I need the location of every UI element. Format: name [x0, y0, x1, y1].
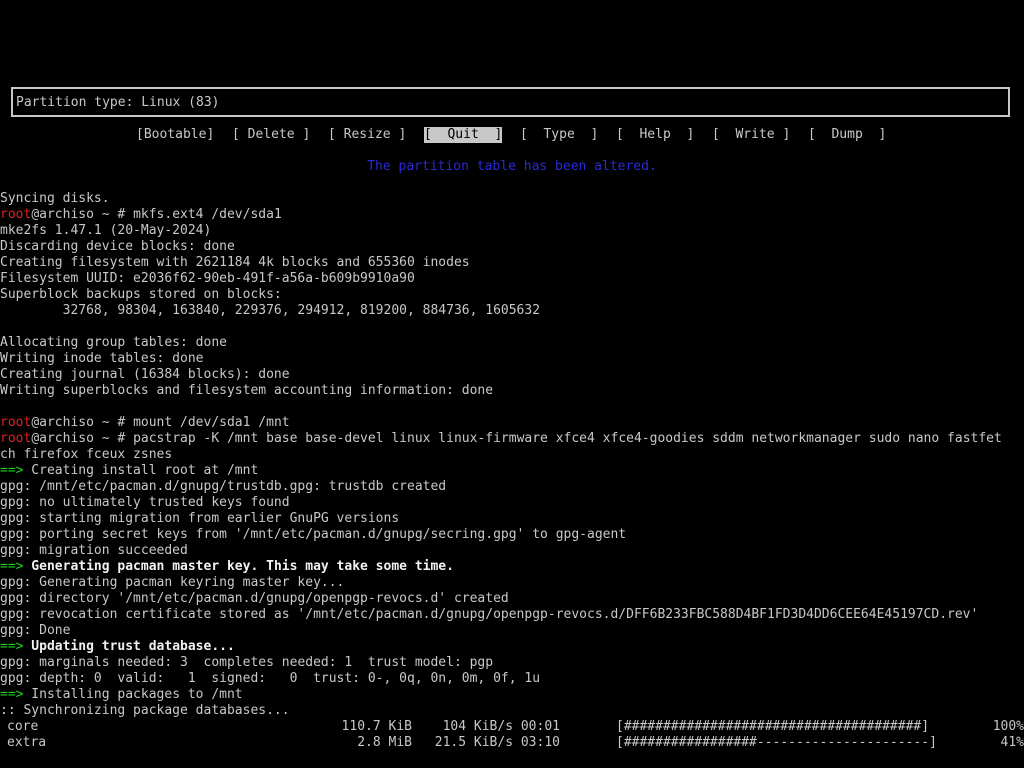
- terminal-output-line: gpg: revocation certificate stored as '/…: [0, 607, 979, 622]
- terminal-output-line: mke2fs 1.47.1 (20-May-2024): [0, 223, 212, 238]
- menu-dump[interactable]: [ Dump ]: [808, 127, 886, 143]
- menu-help[interactable]: [ Help ]: [616, 127, 694, 143]
- terminal-status-line: ==> Updating trust database...: [0, 639, 235, 655]
- menu-type[interactable]: [ Type ]: [520, 127, 598, 143]
- terminal-status-line: ==> Creating install root at /mnt: [0, 463, 258, 479]
- download-row: extra 2.8 MiB 21.5 KiB/s 03:10 [###########…: [0, 735, 1024, 751]
- menu-write[interactable]: [ Write ]: [712, 127, 790, 143]
- terminal-command-line: root@archiso ~ # pacstrap -K /mnt base b…: [0, 431, 1002, 447]
- menu-bootable[interactable]: [Bootable]: [136, 127, 214, 143]
- terminal-output-line: gpg: no ultimately trusted keys found: [0, 495, 290, 510]
- status-message: The partition table has been altered.: [367, 159, 657, 174]
- menu-quit[interactable]: [ Quit ]: [424, 127, 503, 143]
- prompt-user: root: [0, 431, 32, 446]
- terminal-command-line: root@archiso ~ # mount /dev/sda1 /mnt: [0, 415, 290, 431]
- terminal-output-line: gpg: marginals needed: 3 completes neede…: [0, 655, 494, 670]
- terminal-output-line: Writing inode tables: done: [0, 351, 204, 366]
- prompt-host: @archiso ~ #: [31, 207, 134, 222]
- arrow-icon: ==>: [0, 687, 24, 702]
- download-percent: 100%: [992, 719, 1024, 734]
- terminal-status-line: ==> Installing packages to /mnt: [0, 687, 243, 703]
- prompt-host: @archiso ~ #: [31, 431, 134, 446]
- download-size: 2.8 MiB: [357, 735, 412, 750]
- download-rate: 21.5 KiB/s 03:10: [434, 735, 560, 750]
- partition-type-label: Partition type: Linux (83): [16, 95, 220, 110]
- terminal-output-line: Superblock backups stored on blocks:: [0, 287, 282, 302]
- download-rate: 104 KiB/s 00:01: [442, 719, 560, 734]
- menu-resize[interactable]: [ Resize ]: [328, 127, 406, 143]
- partition-type-box: Partition type: Linux (83): [11, 87, 1010, 117]
- terminal-output-line: gpg: directory '/mnt/etc/pacman.d/gnupg/…: [0, 591, 509, 606]
- arrow-icon: ==>: [0, 639, 24, 654]
- arrow-icon: ==>: [0, 463, 24, 478]
- status-text: Installing packages to /mnt: [23, 687, 243, 702]
- prompt-user: root: [0, 415, 32, 430]
- terminal-output-line: gpg: Done: [0, 623, 71, 638]
- status-text: Updating trust database...: [23, 639, 235, 654]
- terminal-output-line: Creating filesystem with 2621184 4k bloc…: [0, 255, 470, 270]
- terminal-output-line: gpg: /mnt/etc/pacman.d/gnupg/trustdb.gpg…: [0, 479, 447, 494]
- terminal-output-line: gpg: Generating pacman keyring master ke…: [0, 575, 345, 590]
- status-text: Generating pacman master key. This may t…: [23, 559, 454, 574]
- terminal-output-line: ch firefox fceux zsnes: [0, 447, 173, 462]
- command-text: mount /dev/sda1 /mnt: [133, 415, 290, 430]
- download-size: 110.7 KiB: [341, 719, 412, 734]
- menu-delete[interactable]: [ Delete ]: [232, 127, 310, 143]
- terminal-output-line: Syncing disks.: [0, 191, 110, 206]
- terminal-output-line: gpg: migration succeeded: [0, 543, 188, 558]
- command-text: pacstrap -K /mnt base base-devel linux l…: [133, 431, 1002, 446]
- prompt-host: @archiso ~ #: [31, 415, 134, 430]
- terminal-status-line: ==> Generating pacman master key. This m…: [0, 559, 454, 575]
- prompt-user: root: [0, 207, 32, 222]
- status-text: Creating install root at /mnt: [23, 463, 259, 478]
- terminal-output-line: 32768, 98304, 163840, 229376, 294912, 81…: [0, 303, 541, 318]
- terminal-output-line: Creating journal (16384 blocks): done: [0, 367, 290, 382]
- download-name: extra: [7, 735, 47, 750]
- terminal-output-line: gpg: porting secret keys from '/mnt/etc/…: [0, 527, 627, 542]
- terminal-output-line: Writing superblocks and filesystem accou…: [0, 383, 494, 398]
- command-text: mkfs.ext4 /dev/sda1: [133, 207, 282, 222]
- terminal-output-line: Allocating group tables: done: [0, 335, 227, 350]
- download-name: core: [7, 719, 39, 734]
- download-progress-bar: [#################----------------------…: [616, 735, 937, 750]
- terminal-output-line: gpg: depth: 0 valid: 1 signed: 0 trust: …: [0, 671, 541, 686]
- download-percent: 41%: [1000, 735, 1024, 750]
- download-row: core 110.7 KiB 104 KiB/s 00:01 [###########…: [0, 719, 1024, 735]
- terminal-output-line: Filesystem UUID: e2036f62-90eb-491f-a56a…: [0, 271, 415, 286]
- terminal-output-line: :: Synchronizing package databases...: [0, 703, 290, 718]
- download-progress-bar: [######################################]: [616, 719, 930, 734]
- terminal-command-line: root@archiso ~ # mkfs.ext4 /dev/sda1: [0, 207, 282, 223]
- arrow-icon: ==>: [0, 559, 24, 574]
- terminal-output-line: gpg: starting migration from earlier Gnu…: [0, 511, 400, 526]
- terminal-output-line: Discarding device blocks: done: [0, 239, 235, 254]
